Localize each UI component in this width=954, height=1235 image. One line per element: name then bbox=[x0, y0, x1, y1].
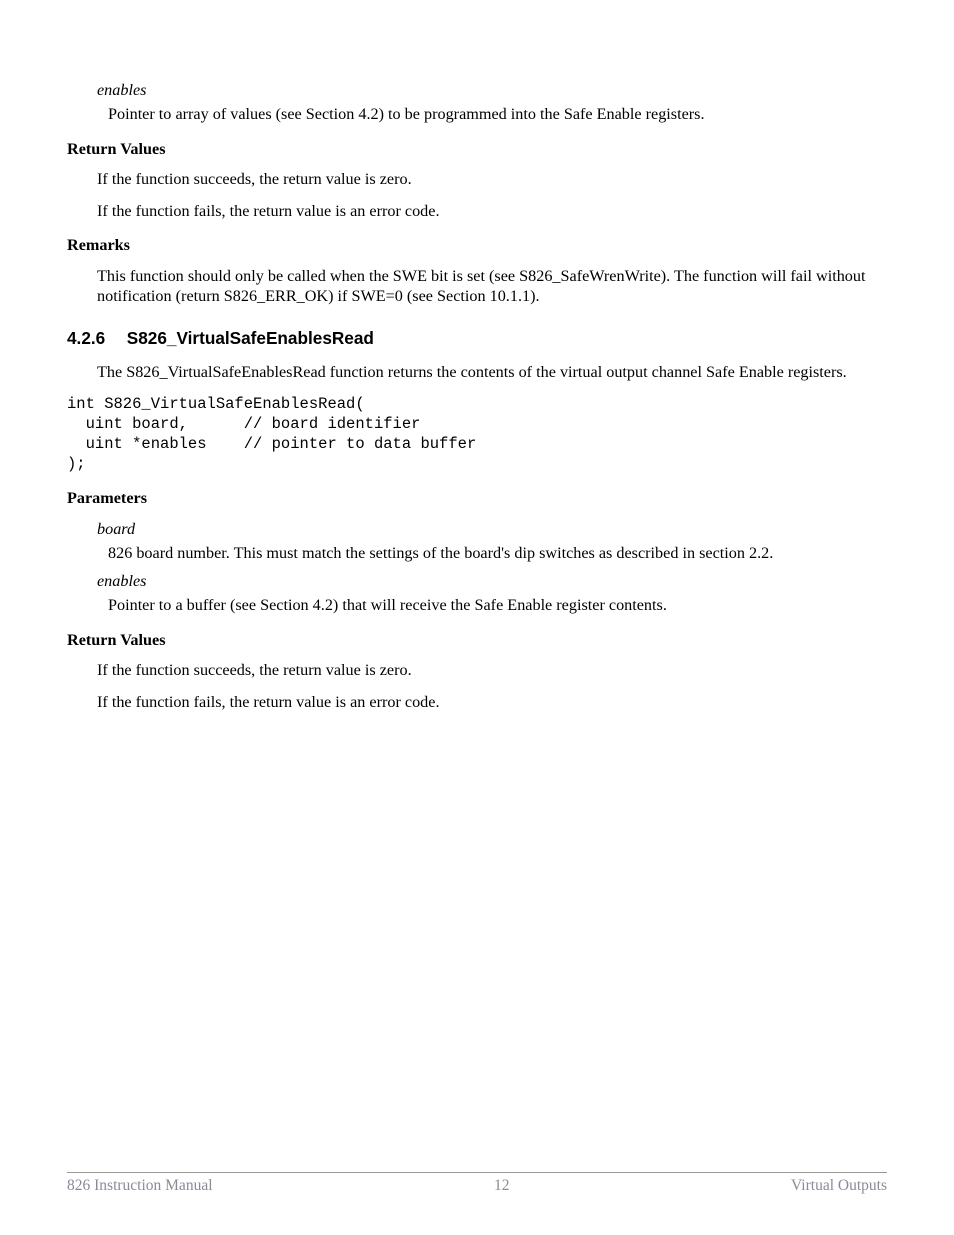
remarks-heading: Remarks bbox=[67, 235, 887, 255]
param-def-enables-1: Pointer to array of values (see Section … bbox=[108, 104, 887, 124]
footer-left: 826 Instruction Manual bbox=[67, 1177, 213, 1195]
param-term-enables-1: enables bbox=[97, 80, 887, 100]
section-intro: The S826_VirtualSafeEnablesRead function… bbox=[97, 362, 887, 382]
param-term-board: board bbox=[97, 519, 887, 539]
return-fails-1: If the function fails, the return value … bbox=[97, 201, 887, 221]
return-succeeds-1: If the function succeeds, the return val… bbox=[97, 169, 887, 189]
page-footer: 826 Instruction Manual 12 Virtual Output… bbox=[67, 1172, 887, 1195]
page: enables Pointer to array of values (see … bbox=[0, 0, 954, 1235]
return-fails-2: If the function fails, the return value … bbox=[97, 692, 887, 712]
param-def-board: 826 board number. This must match the se… bbox=[108, 543, 887, 563]
parameters-heading: Parameters bbox=[67, 488, 887, 508]
section-number: 4.2.6 bbox=[67, 328, 122, 350]
page-content: enables Pointer to array of values (see … bbox=[67, 80, 887, 712]
footer-rule bbox=[67, 1172, 887, 1173]
footer-right: Virtual Outputs bbox=[791, 1177, 887, 1195]
section-title: S826_VirtualSafeEnablesRead bbox=[127, 328, 374, 348]
footer-page-number: 12 bbox=[494, 1177, 510, 1195]
remarks-body: This function should only be called when… bbox=[97, 266, 887, 307]
param-term-enables-2: enables bbox=[97, 571, 887, 591]
return-values-heading-1: Return Values bbox=[67, 139, 887, 159]
return-succeeds-2: If the function succeeds, the return val… bbox=[97, 660, 887, 680]
footer-row: 826 Instruction Manual 12 Virtual Output… bbox=[67, 1177, 887, 1195]
section-heading-4-2-6: 4.2.6 S826_VirtualSafeEnablesRead bbox=[67, 328, 887, 350]
param-def-enables-2: Pointer to a buffer (see Section 4.2) th… bbox=[108, 595, 887, 615]
return-values-heading-2: Return Values bbox=[67, 630, 887, 650]
code-block: int S826_VirtualSafeEnablesRead( uint bo… bbox=[67, 394, 887, 475]
